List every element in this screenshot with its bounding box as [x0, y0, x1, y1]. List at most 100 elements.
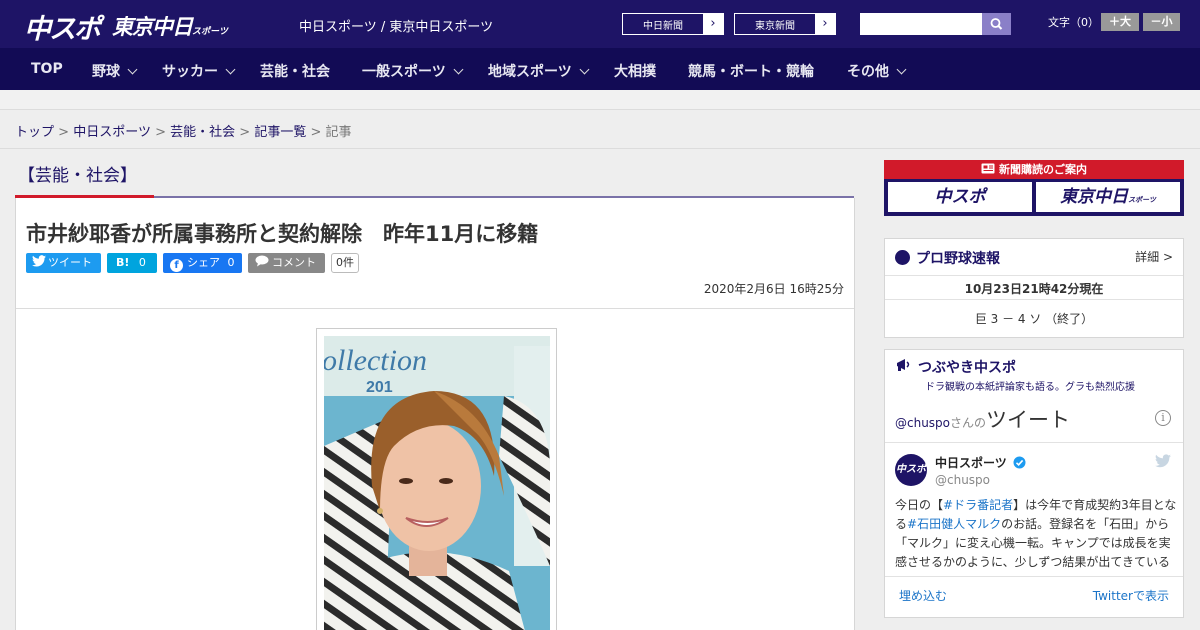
- font-larger-button[interactable]: ＋大: [1101, 13, 1139, 31]
- divider: [885, 299, 1183, 300]
- site-header: 中スポ 東京中日スポーツ 中日スポーツ / 東京中日スポーツ 中日新聞 › 東京…: [0, 0, 1200, 48]
- tokyo-shimbun-link[interactable]: 東京新聞 ›: [734, 13, 836, 35]
- hashtag-link[interactable]: #ドラ番記者: [943, 498, 1013, 512]
- tweet-button[interactable]: ツイート: [26, 253, 101, 273]
- nav-item-other[interactable]: その他: [847, 61, 907, 81]
- timeline-header: @chuspoさんのツイート: [895, 404, 1070, 434]
- promo-logo-sub: スポーツ: [1128, 196, 1156, 204]
- subscription-banner[interactable]: 新聞購読のご案内 中スポ 東京中日スポーツ: [884, 160, 1184, 216]
- nav-item-general-sports[interactable]: 一般スポーツ: [362, 61, 464, 81]
- comment-count: 0件: [331, 253, 359, 273]
- chevron-right-icon: ›: [703, 14, 723, 34]
- speech-bubble-icon: [255, 255, 269, 267]
- promo-logo-main: 東京中日: [1060, 187, 1129, 207]
- subscription-banner-title: 新聞購読のご案内: [884, 160, 1184, 179]
- nav-label: その他: [847, 64, 889, 80]
- nav-item-local-sports[interactable]: 地域スポーツ: [488, 61, 590, 81]
- twitter-bird-icon: [32, 255, 46, 267]
- breadcrumb-link-entertainment[interactable]: 芸能・社会: [170, 125, 235, 140]
- account-name-text: 中日スポーツ: [935, 456, 1007, 470]
- article-card: 市井紗耶香が所属事務所と契約解除 昨年11月に移籍 ツイート B! 0 f シェア…: [15, 198, 855, 630]
- nav-item-entertainment[interactable]: 芸能・社会: [260, 61, 330, 81]
- baseball-score-widget: プロ野球速報 詳細 > 10月23日21時42分現在 巨 3 － 4 ソ （終了…: [884, 238, 1184, 338]
- article-photo-frame: ollection 201: [316, 328, 557, 630]
- nav-item-baseball[interactable]: 野球: [92, 61, 138, 81]
- ad-spacer: [0, 90, 1200, 110]
- facebook-icon: f: [170, 259, 183, 272]
- breadcrumb-link-top[interactable]: トップ: [15, 125, 54, 140]
- breadcrumb-current: 記事: [325, 125, 352, 140]
- breadcrumb-separator: >: [58, 125, 70, 140]
- hatena-icon: B!: [116, 256, 130, 269]
- font-size-label: 文字（0）: [1048, 16, 1099, 29]
- chevron-down-icon: [579, 64, 590, 75]
- chevron-down-icon: [225, 64, 236, 75]
- chuspo-logo[interactable]: 中スポ: [24, 7, 101, 46]
- article-photo[interactable]: ollection 201: [324, 336, 550, 630]
- photo-backdrop-year: 201: [366, 379, 393, 396]
- font-smaller-button[interactable]: －小: [1143, 13, 1180, 31]
- timeline-handle-suffix: さんの: [950, 416, 987, 430]
- search-icon: [990, 18, 1003, 30]
- tokyo-chunichi-logo[interactable]: 東京中日スポーツ: [112, 11, 228, 41]
- ext-link-label: 中日新聞: [643, 21, 683, 32]
- facebook-label: シェア: [187, 256, 220, 269]
- embed-link[interactable]: 埋め込む: [899, 587, 947, 604]
- facebook-count: 0: [227, 256, 235, 269]
- divider: [885, 576, 1183, 577]
- breadcrumb-link-chunichi-sports[interactable]: 中日スポーツ: [73, 125, 151, 140]
- ext-link-label: 東京新聞: [755, 21, 795, 32]
- baseball-widget-title-text: プロ野球速報: [916, 251, 1000, 267]
- comment-button[interactable]: コメント: [248, 253, 325, 273]
- chuspo-subscription-logo[interactable]: 中スポ: [888, 182, 1032, 212]
- nav-label: 競馬・ボート・競輪: [688, 64, 814, 80]
- tsubuyaki-title: つぶやき中スポ: [895, 357, 1016, 377]
- main-nav: TOP 野球 サッカー 芸能・社会 一般スポーツ 地域スポーツ 大相撲 競馬・ボ…: [0, 48, 1200, 90]
- portrait-photo-image: ollection 201: [324, 336, 550, 630]
- facebook-share-button[interactable]: f シェア 0: [163, 253, 242, 273]
- divider: [16, 308, 854, 309]
- subscription-banner-label: 新聞購読のご案内: [999, 163, 1087, 176]
- breadcrumb-link-article-list[interactable]: 記事一覧: [254, 125, 306, 140]
- baseball-widget-title: プロ野球速報: [895, 248, 1000, 268]
- tweet-account-name[interactable]: 中日スポーツ: [935, 454, 1026, 471]
- chevron-down-icon: [453, 64, 464, 75]
- tokyo-chunichi-subscription-logo[interactable]: 東京中日スポーツ: [1036, 182, 1180, 212]
- timeline-title: ツイート: [986, 408, 1071, 432]
- twitter-widget: つぶやき中スポ ドラ観戦の本紙評論家も語る。グラも熱烈応援 @chuspoさんの…: [884, 349, 1184, 618]
- info-icon[interactable]: i: [1155, 410, 1171, 426]
- avatar[interactable]: 中スポ: [895, 454, 927, 486]
- tweet-account-handle[interactable]: @chuspo: [935, 473, 990, 487]
- nav-label: サッカー: [162, 64, 218, 80]
- tweet-text: 今日の【#ドラ番記者】は今年で育成契約3年目となる#石田健人マルクのお話。登録名…: [895, 496, 1177, 572]
- hashtag-link[interactable]: #石田健人マルク: [907, 517, 1001, 531]
- hatena-count: 0: [138, 256, 146, 269]
- search-input[interactable]: [860, 13, 982, 35]
- nav-item-sumo[interactable]: 大相撲: [614, 61, 656, 81]
- baseball-details-link[interactable]: 詳細 >: [1135, 248, 1173, 265]
- search-button[interactable]: [982, 13, 1011, 35]
- chunichi-shimbun-link[interactable]: 中日新聞 ›: [622, 13, 724, 35]
- nav-item-racing[interactable]: 競馬・ボート・競輪: [688, 61, 814, 81]
- hatena-bookmark-button[interactable]: B! 0: [107, 253, 157, 273]
- tsubuyaki-title-text: つぶやき中スポ: [918, 360, 1016, 376]
- breadcrumb-separator: >: [310, 125, 322, 140]
- baseball-game-score[interactable]: 巨 3 － 4 ソ （終了）: [885, 310, 1183, 327]
- breadcrumb-separator: >: [239, 125, 251, 140]
- nav-label: TOP: [31, 61, 63, 77]
- nav-label: 大相撲: [614, 64, 656, 80]
- divider: [885, 275, 1183, 276]
- article-headline: 市井紗耶香が所属事務所と契約解除 昨年11月に移籍: [26, 222, 539, 246]
- view-on-twitter-link[interactable]: Twitterで表示: [1093, 587, 1169, 604]
- article-date: 2020年2月6日 16時25分: [703, 282, 844, 296]
- nav-item-soccer[interactable]: サッカー: [162, 61, 236, 81]
- twitter-bird-icon[interactable]: [1155, 454, 1171, 468]
- baseball-icon: [895, 250, 910, 265]
- breadcrumb: トップ > 中日スポーツ > 芸能・社会 > 記事一覧 > 記事: [15, 121, 352, 140]
- timeline-handle-link[interactable]: @chuspo: [895, 416, 950, 430]
- chevron-down-icon: [127, 64, 138, 75]
- tokyo-logo-sub: スポーツ: [192, 27, 228, 37]
- chevron-right-icon: ›: [815, 14, 835, 34]
- nav-item-top[interactable]: TOP: [31, 61, 63, 77]
- baseball-updated-time: 10月23日21時42分現在: [964, 282, 1104, 296]
